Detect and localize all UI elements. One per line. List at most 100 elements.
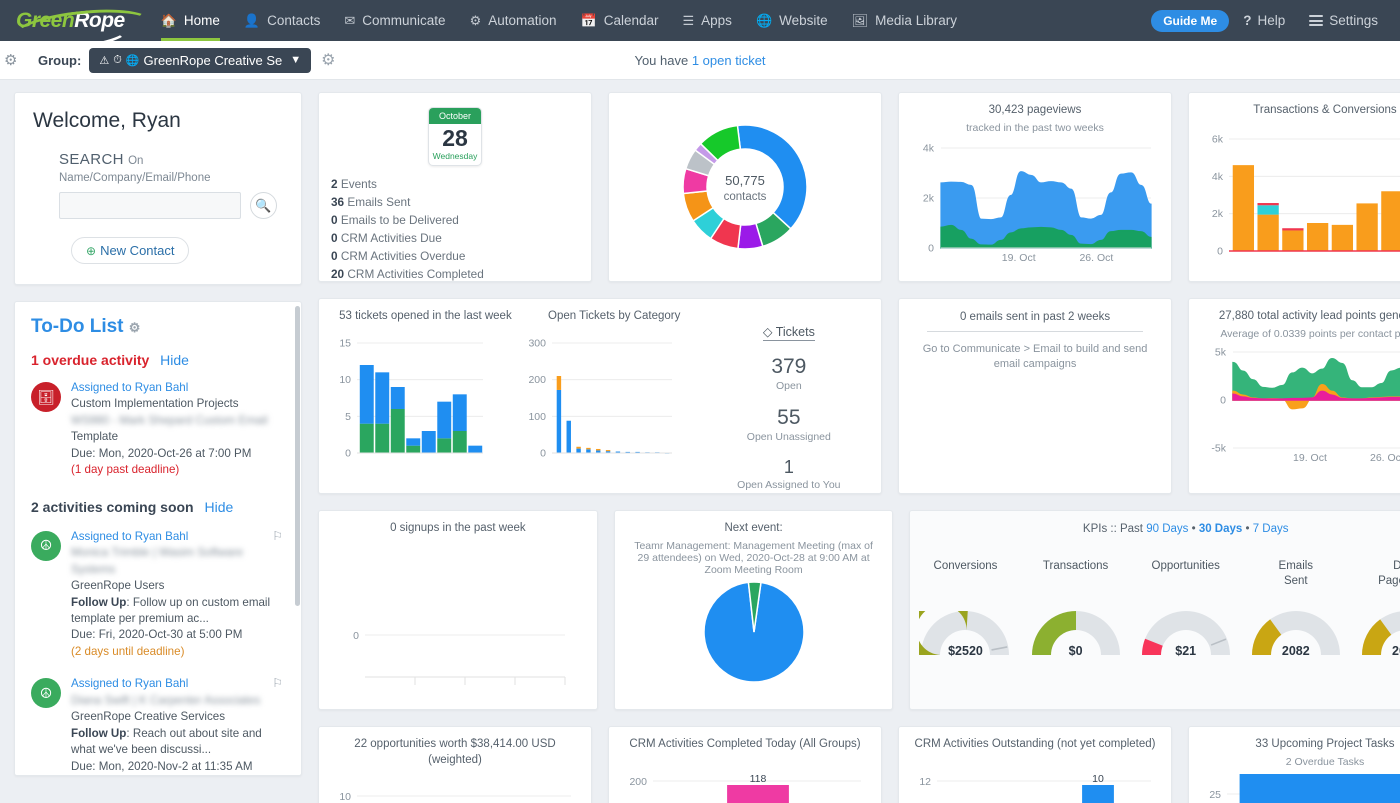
- nav-item-communicate[interactable]: ✉ Communicate: [332, 0, 457, 41]
- svg-text:4k: 4k: [1212, 170, 1224, 182]
- open-ticket-link[interactable]: 1 open ticket: [692, 53, 766, 68]
- svg-text:118: 118: [750, 773, 767, 785]
- nav-item-automation[interactable]: ⚙ Automation: [458, 0, 569, 41]
- help-button[interactable]: ? Help: [1233, 13, 1295, 28]
- stat-label: Emails Sent: [347, 195, 410, 209]
- signups-chart[interactable]: 0: [331, 543, 585, 695]
- flag-icon[interactable]: ⚐: [272, 529, 283, 543]
- tickets-summary-panel: ◇ Tickets 379 Open 55 Open Unassigned 1 …: [709, 309, 869, 491]
- svg-text:12: 12: [919, 776, 931, 788]
- todo-group: Custom Implementation Projects: [71, 396, 268, 412]
- nav-item-contacts[interactable]: 👤 Contacts: [232, 0, 332, 41]
- todo-deadline: (2 days until deadline): [71, 644, 285, 660]
- todo-due: Due: Mon, 2020-Oct-26 at 7:00 PM: [71, 446, 268, 462]
- todo-item-overdue[interactable]: 🗄 Assigned to Ryan Bahl Custom Implement…: [31, 380, 285, 479]
- guide-me-button[interactable]: Guide Me: [1151, 10, 1229, 32]
- logo-text-white: Rope: [74, 9, 125, 33]
- opportunities-bar-chart[interactable]: 10: [331, 776, 579, 803]
- todo-item-soon-2[interactable]: ☮ Assigned to Ryan Bahl Diana Swift | K …: [31, 676, 285, 776]
- svg-text:15: 15: [339, 337, 351, 349]
- todo-soon-count: 2 activities coming soon: [31, 499, 194, 515]
- svg-text:0: 0: [540, 447, 546, 459]
- search-label: SEARCH: [59, 151, 124, 168]
- settings-button[interactable]: Settings: [1299, 13, 1388, 29]
- stat-label: CRM Activities Completed: [347, 267, 483, 281]
- group-label: Group:: [38, 53, 81, 68]
- signups-title: 0 signups in the past week: [331, 521, 585, 537]
- svg-text:10: 10: [339, 791, 351, 803]
- stat-label: Emails to be Delivered: [341, 213, 459, 227]
- search-input[interactable]: [59, 192, 241, 219]
- search-button[interactable]: 🔍: [250, 192, 277, 219]
- kpi-value: $21: [1140, 644, 1232, 658]
- nav-item-media-library[interactable]: 🖼 Media Library: [840, 0, 969, 41]
- kpi-range-90[interactable]: 90 Days: [1146, 523, 1188, 535]
- todo-item-soon-1[interactable]: ☮ Assigned to Ryan Bahl Monica Trimble |…: [31, 529, 285, 661]
- crm-completed-bar-chart[interactable]: 200118: [621, 761, 869, 803]
- kpi-range-30[interactable]: 30 Days: [1199, 523, 1242, 535]
- lead-points-title: 27,880 total activity lead points genera…: [1201, 309, 1400, 325]
- stat-row: 0 CRM Activities Due: [331, 230, 579, 248]
- todo-soon-header: 2 activities coming soon Hide: [31, 499, 285, 515]
- tickets-assigned-value: 1: [709, 457, 869, 478]
- lead-points-area-chart[interactable]: 5k0-5k19. Oct26. Oct: [1201, 344, 1400, 464]
- kpi-sep-2: •: [1242, 523, 1252, 535]
- nav-item-calendar[interactable]: 📅 Calendar: [569, 0, 671, 41]
- todo-soon-hide-link[interactable]: Hide: [205, 499, 234, 515]
- tickets-opened-bar-chart[interactable]: 051015: [331, 331, 520, 467]
- contacts-donut-chart[interactable]: 50,775contacts: [621, 103, 869, 271]
- todo-scrollbar[interactable]: [295, 306, 300, 606]
- nav-right-group: Guide Me ? Help Settings: [1151, 10, 1390, 32]
- svg-text:100: 100: [528, 410, 546, 422]
- todo-settings-gear-icon[interactable]: ⚙: [129, 320, 141, 335]
- greenrope-logo[interactable]: GreenRope: [10, 9, 131, 33]
- calendar-date-icon: October 28 Wednesday: [428, 107, 482, 166]
- group-settings-gear-icon[interactable]: ⚙: [321, 50, 335, 70]
- gears-icon: ⚙: [470, 13, 482, 29]
- calendar-widget: October 28 Wednesday: [331, 103, 579, 166]
- flag-icon[interactable]: ⚐: [272, 676, 283, 690]
- svg-text:26. Oct: 26. Oct: [1370, 452, 1400, 464]
- nav-item-website[interactable]: 🌐 Website: [744, 0, 840, 41]
- next-event-subtitle: Teamr Management: Management Meeting (ma…: [627, 540, 881, 576]
- envelope-icon: ✉: [344, 13, 355, 29]
- tickets-open-label: Open: [709, 380, 869, 392]
- pageviews-area-chart[interactable]: 02k4k19. Oct26. Oct: [911, 138, 1159, 264]
- svg-text:25: 25: [1209, 789, 1221, 801]
- stat-value: 0: [331, 231, 338, 245]
- project-tasks-bar-chart[interactable]: 2550: [1201, 774, 1400, 803]
- transactions-bar-chart[interactable]: 02k4k6k0123: [1201, 127, 1400, 265]
- nav-item-apps[interactable]: ☰ Apps: [671, 0, 744, 41]
- kpi-conversions: Conversions $2520: [913, 559, 1017, 657]
- crm-outstanding-bar-chart[interactable]: 12110: [911, 761, 1159, 803]
- todo-detail: Template: [71, 429, 268, 445]
- todo-deadline: (1 day past deadline): [71, 462, 268, 478]
- todo-item-body: Assigned to Ryan Bahl Diana Swift | K Ca…: [71, 676, 285, 776]
- welcome-title: Welcome, Ryan: [33, 109, 283, 133]
- nav-item-home[interactable]: 🏠 Home: [149, 0, 232, 41]
- kpi-label: Conversions: [913, 559, 1017, 589]
- svg-text:50,775: 50,775: [725, 173, 765, 188]
- kpi-transactions: Transactions $0: [1024, 559, 1128, 657]
- new-contact-button[interactable]: ⊕ New Contact: [71, 237, 189, 264]
- kpi-value: $2520: [919, 644, 1011, 658]
- todo-deadline: (5 days until deadline): [71, 775, 285, 776]
- group-selector-dropdown[interactable]: ⚠ ⏱ 🌐 GreenRope Creative Se ▼: [89, 48, 311, 73]
- next-event-pie-chart[interactable]: [627, 580, 881, 684]
- todo-action-label: Follow Up: [71, 727, 126, 740]
- todo-overdue-hide-link[interactable]: Hide: [160, 352, 189, 368]
- stat-value: 36: [331, 195, 344, 209]
- svg-text:19. Oct: 19. Oct: [1002, 252, 1036, 264]
- tickets-opened-title: 53 tickets opened in the last week: [331, 309, 520, 325]
- kpi-range-7[interactable]: 7 Days: [1253, 523, 1289, 535]
- tickets-panel-header[interactable]: ◇ Tickets: [763, 324, 815, 341]
- open-ticket-notice: You have 1 open ticket: [634, 53, 765, 68]
- svg-text:6k: 6k: [1212, 133, 1224, 145]
- question-mark-icon: ?: [1243, 13, 1251, 28]
- right-column: October 28 Wednesday 2 Events 36 Emails …: [318, 92, 1400, 803]
- todo-action: Follow Up: Reach out about site and what…: [71, 726, 285, 759]
- tickets-category-bar-chart[interactable]: 0100200300: [520, 331, 709, 467]
- globe-icon: 🌐: [756, 13, 772, 29]
- emails-empty-title: 0 emails sent in past 2 weeks: [927, 311, 1143, 332]
- widget-row-3: 0 signups in the past week 0 Next event:…: [318, 510, 1400, 710]
